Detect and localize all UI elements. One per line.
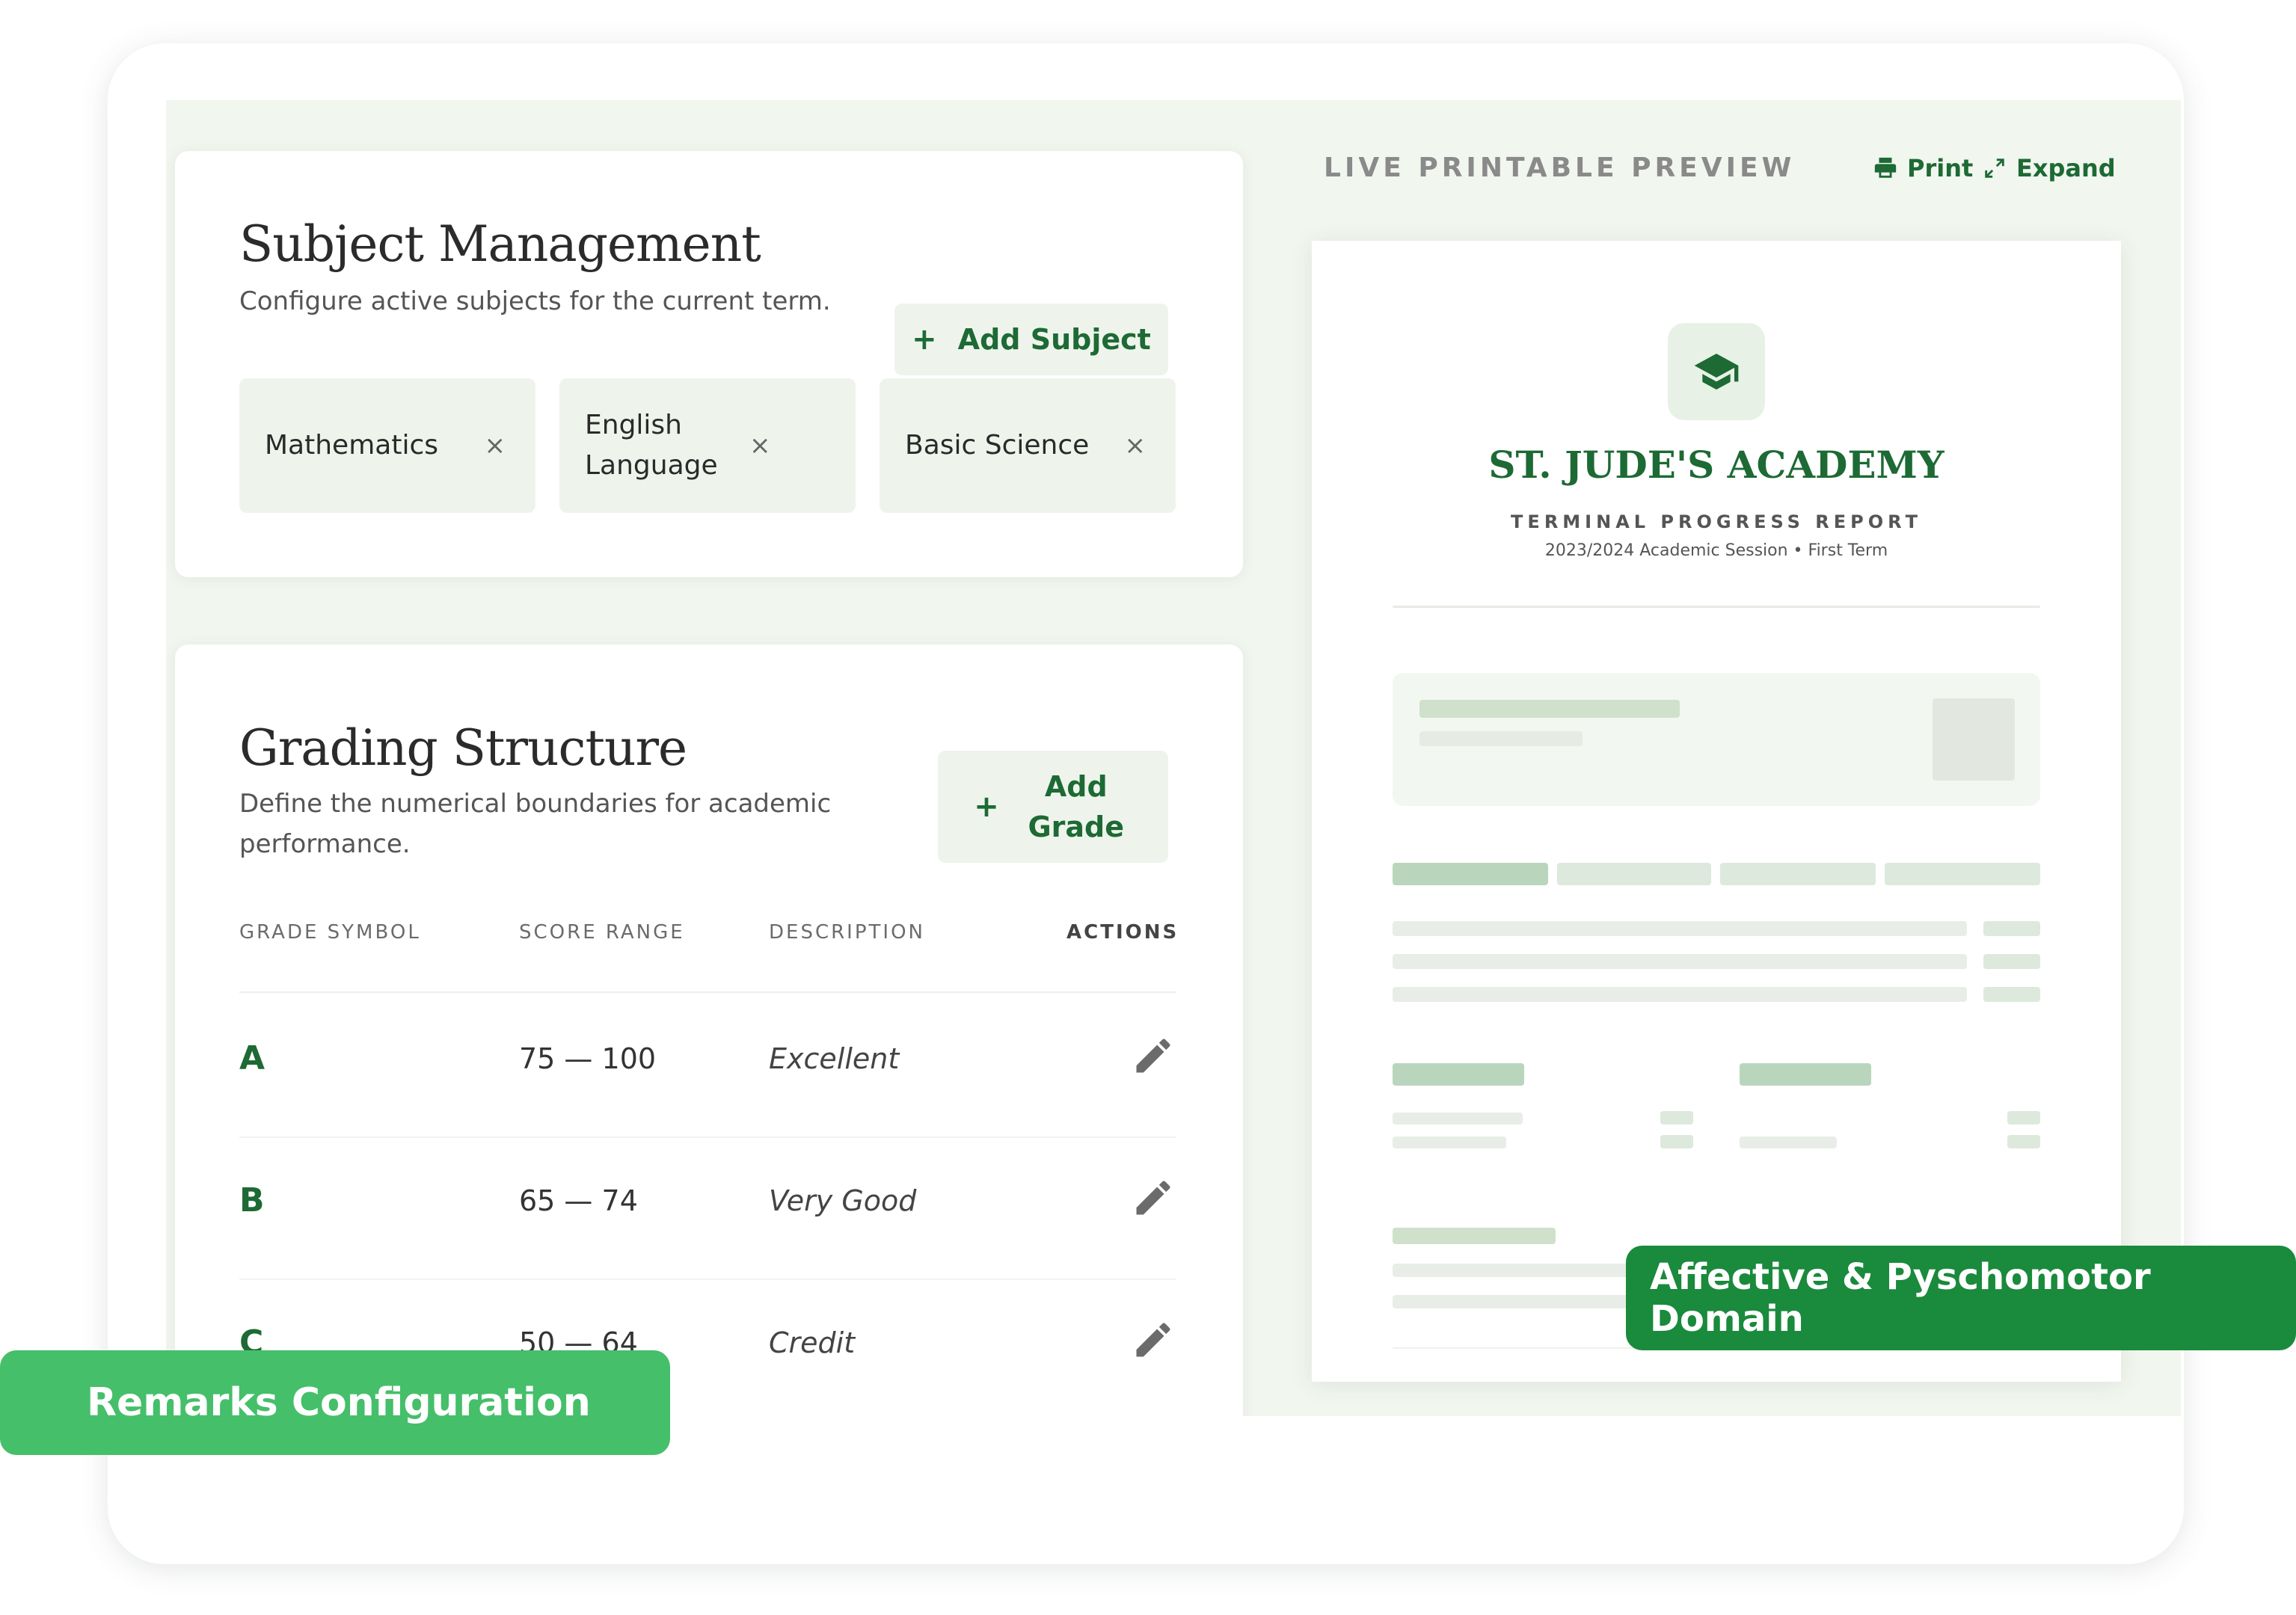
report-title: TERMINAL PROGRESS REPORT <box>1511 511 1922 532</box>
placeholder-line <box>1660 1111 1693 1125</box>
column-header-description: DESCRIPTION <box>769 921 925 944</box>
add-grade-label: Add Grade <box>1028 770 1125 843</box>
school-name: ST. JUDE'S ACADEMY <box>1488 443 1944 487</box>
grade-description: Credit <box>769 1326 856 1359</box>
placeholder-line <box>1393 987 1967 1002</box>
header-divider <box>1393 606 2040 608</box>
remarks-configuration-pill[interactable]: Remarks Configuration <box>0 1350 670 1455</box>
placeholder-line <box>1983 921 2040 936</box>
photo-placeholder <box>1933 698 2015 781</box>
column-header-score-range: SCORE RANGE <box>519 921 685 944</box>
add-grade-button[interactable]: + Add Grade <box>938 751 1168 863</box>
grading-structure-title: Grading Structure <box>239 719 687 777</box>
placeholder-line <box>1983 954 2040 969</box>
close-icon[interactable]: × <box>1125 431 1147 461</box>
score-range: 75 — 100 <box>519 1042 657 1075</box>
add-subject-label: Add Subject <box>957 323 1151 356</box>
placeholder-line <box>1393 954 1967 969</box>
subject-management-card: Subject Management Configure active subj… <box>175 151 1243 577</box>
placeholder-line <box>1983 987 2040 1002</box>
subject-management-title: Subject Management <box>239 215 761 273</box>
expand-label: Expand <box>2016 154 2116 182</box>
school-logo <box>1668 323 1765 420</box>
live-preview-label: LIVE PRINTABLE PREVIEW <box>1324 153 1796 183</box>
score-range: 65 — 74 <box>519 1184 638 1217</box>
print-label: Print <box>1907 154 1974 182</box>
plus-icon: + <box>912 322 937 357</box>
grade-description: Excellent <box>769 1042 900 1075</box>
table-header-divider <box>239 991 1176 993</box>
placeholder-header-cell <box>1720 863 1876 885</box>
placeholder-line <box>1660 1135 1693 1148</box>
placeholder-line <box>2007 1135 2040 1148</box>
report-preview-paper: ST. JUDE'S ACADEMY TERMINAL PROGRESS REP… <box>1312 241 2121 1382</box>
grade-symbol: B <box>239 1181 265 1219</box>
expand-icon <box>1985 159 2004 178</box>
add-subject-button[interactable]: + Add Subject <box>894 304 1168 375</box>
pencil-icon[interactable] <box>1131 1175 1176 1220</box>
placeholder-header-cell <box>1393 1063 1524 1086</box>
grade-symbol: A <box>239 1039 265 1077</box>
close-icon[interactable]: × <box>485 431 506 461</box>
academic-session: 2023/2024 Academic Session • First Term <box>1544 541 1888 560</box>
grading-structure-subtitle: Define the numerical boundaries for acad… <box>239 789 832 859</box>
subject-chip[interactable]: English Language × <box>559 378 856 513</box>
print-button[interactable]: Print <box>1873 154 1973 182</box>
subject-chip-label: Mathematics <box>265 430 438 461</box>
subject-chip-label: English Language <box>585 410 718 481</box>
placeholder-line <box>1393 1113 1523 1125</box>
placeholder-header-cell <box>1393 1228 1556 1244</box>
table-row: B 65 — 74 Very Good <box>166 1136 1243 1279</box>
placeholder-line <box>1393 1136 1506 1148</box>
grade-description: Very Good <box>769 1184 917 1217</box>
pencil-icon[interactable] <box>1131 1033 1176 1078</box>
placeholder-line <box>2007 1111 2040 1125</box>
placeholder-line <box>1419 700 1680 718</box>
placeholder-header-cell <box>1557 863 1711 885</box>
subject-chip-label: Basic Science <box>905 430 1090 461</box>
expand-button[interactable]: Expand <box>1982 154 2116 182</box>
placeholder-line <box>1393 921 1967 936</box>
settings-screen: Subject Management Configure active subj… <box>166 100 2181 1416</box>
pencil-icon[interactable] <box>1131 1317 1176 1362</box>
subject-management-subtitle: Configure active subjects for the curren… <box>239 286 831 316</box>
plus-icon: + <box>974 790 999 824</box>
placeholder-header-cell <box>1740 1063 1871 1086</box>
affective-psychomotor-domain-pill[interactable]: Affective & Pyschomotor Domain <box>1626 1246 2296 1350</box>
placeholder-header-cell <box>1885 863 2040 885</box>
graduation-cap-icon <box>1694 354 1739 390</box>
column-header-actions: ACTIONS <box>1066 921 1179 944</box>
close-icon[interactable]: × <box>749 431 771 461</box>
table-row: A 75 — 100 Excellent <box>166 994 1243 1136</box>
placeholder-line <box>1740 1136 1837 1148</box>
column-header-grade-symbol: GRADE SYMBOL <box>239 921 421 944</box>
placeholder-line <box>1393 1295 1632 1308</box>
placeholder-header-cell <box>1393 863 1548 885</box>
subject-chip[interactable]: Basic Science × <box>880 378 1176 513</box>
subject-chip[interactable]: Mathematics × <box>239 378 535 513</box>
placeholder-line <box>1393 1264 1632 1277</box>
printer-icon <box>1874 157 1897 178</box>
placeholder-line <box>1419 731 1583 746</box>
